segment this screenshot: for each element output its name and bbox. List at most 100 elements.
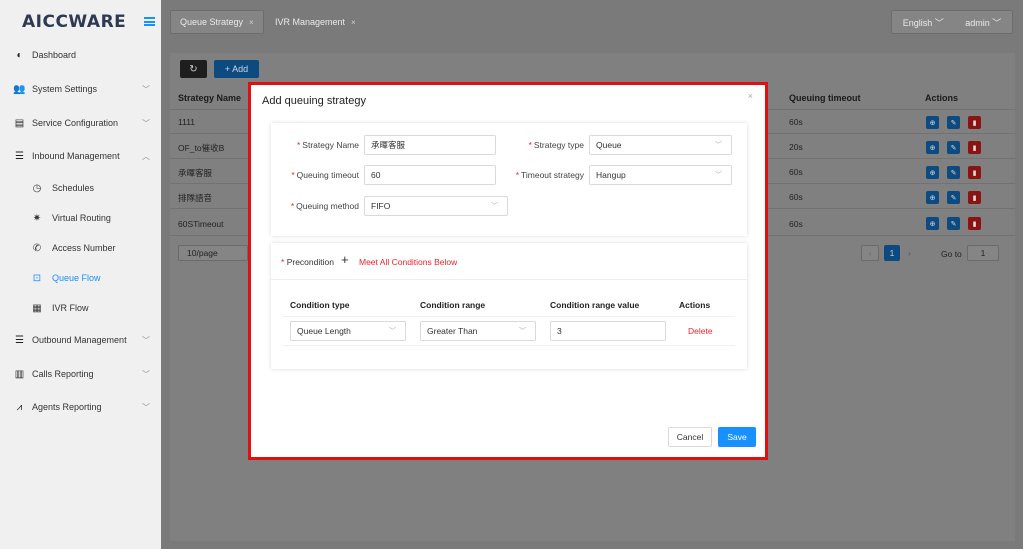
delete-icon[interactable]: ▮ bbox=[968, 217, 981, 230]
delete-icon[interactable]: ▮ bbox=[968, 116, 981, 129]
strategy-name-label: * Strategy Name bbox=[296, 140, 359, 150]
table-cell-name: 排隊語音 bbox=[178, 193, 213, 203]
goto-input[interactable]: 1 bbox=[967, 245, 999, 261]
header-right: English ﹀ admin ﹀ bbox=[891, 10, 1013, 34]
inbox-icon: ⊡ bbox=[32, 272, 42, 284]
sidebar-item-service-configuration[interactable]: ▤ Service Configuration ﹀ bbox=[0, 113, 161, 133]
meet-all-conditions-link[interactable]: Meet All Conditions Below bbox=[359, 257, 457, 267]
sidebar-item-queue-flow[interactable]: ⊡ Queue Flow bbox=[0, 268, 161, 288]
sidebar-item-access-number[interactable]: ✆ Access Number bbox=[0, 238, 161, 258]
table-cell-name: OF_to催收B bbox=[178, 143, 225, 153]
refresh-button[interactable]: ↻ bbox=[180, 60, 207, 78]
divider bbox=[283, 316, 735, 317]
table-cell-name: 1111 bbox=[178, 117, 196, 127]
sidebar: AICCWARE ◐ Dashboard 👥 System Settings ﹀… bbox=[0, 0, 161, 549]
condition-range-value-input[interactable]: 3 bbox=[550, 321, 666, 341]
chevron-down-icon: ﹀ bbox=[389, 328, 396, 335]
delete-icon[interactable]: ▮ bbox=[968, 191, 981, 204]
chevron-down-icon: ﹀ bbox=[142, 335, 150, 345]
users-icon: 👥 bbox=[13, 83, 26, 95]
logo: AICCWARE bbox=[22, 12, 127, 32]
timeout-strategy-select[interactable]: Hangup ﹀ bbox=[589, 165, 732, 185]
dashboard-icon: ◐ bbox=[16, 49, 23, 61]
condition-range-select[interactable]: Greater Than ﹀ bbox=[420, 321, 536, 341]
phone-icon: ✆ bbox=[32, 242, 42, 254]
condition-type-select[interactable]: Queue Length ﹀ bbox=[290, 321, 406, 341]
save-button[interactable]: Save bbox=[718, 427, 756, 447]
bar-chart-icon: ▥ bbox=[14, 368, 25, 380]
sidebar-item-virtual-routing[interactable]: ✷ Virtual Routing bbox=[0, 208, 161, 228]
sidebar-item-system-settings[interactable]: 👥 System Settings ﹀ bbox=[0, 79, 161, 99]
strategy-name-input[interactable]: 承暉客服 bbox=[364, 135, 496, 155]
sidebar-item-dashboard[interactable]: ◐ Dashboard bbox=[0, 45, 161, 65]
queuing-method-label: * Queuing method bbox=[290, 201, 359, 211]
add-button[interactable]: + Add bbox=[214, 60, 259, 78]
sidebar-item-calls-reporting[interactable]: ▥ Calls Reporting ﹀ bbox=[0, 364, 161, 384]
edit-icon[interactable]: ✎ bbox=[947, 191, 960, 204]
queuing-method-select[interactable]: FIFO ﹀ bbox=[364, 196, 508, 216]
page-size-select[interactable]: 10/page bbox=[178, 245, 248, 261]
chevron-down-icon: ﹀ bbox=[142, 402, 150, 412]
grid-icon: ▦ bbox=[32, 302, 42, 314]
sidebar-item-agents-reporting[interactable]: ⩘ Agents Reporting ﹀ bbox=[0, 397, 161, 417]
timeout-strategy-label: * Timeout strategy bbox=[515, 170, 584, 180]
list-icon: ☰ bbox=[15, 334, 24, 346]
view-icon[interactable]: ⊕ bbox=[926, 217, 939, 230]
divider bbox=[271, 279, 747, 280]
divider bbox=[283, 345, 735, 346]
strategy-type-label: * Strategy type bbox=[528, 140, 584, 150]
top-bar: Queue Strategy × IVR Management × English … bbox=[161, 0, 1023, 44]
line-chart-icon: ⩘ bbox=[16, 401, 23, 413]
tab-queue-strategy[interactable]: Queue Strategy × bbox=[170, 10, 264, 34]
edit-icon[interactable]: ✎ bbox=[947, 141, 960, 154]
table-cell-timeout: 60s bbox=[789, 117, 803, 127]
delete-icon[interactable]: ▮ bbox=[968, 141, 981, 154]
sidebar-item-schedules[interactable]: ◷ Schedules bbox=[0, 178, 161, 198]
page-number-current[interactable]: 1 bbox=[884, 245, 900, 261]
sidebar-item-inbound-management[interactable]: ☰ Inbound Management ︿ bbox=[0, 146, 161, 166]
column-header-condition-range: Condition range bbox=[420, 300, 486, 310]
column-header-condition-range-value: Condition range value bbox=[550, 300, 640, 310]
chevron-down-icon: ﹀ bbox=[519, 328, 526, 335]
sidebar-item-ivr-flow[interactable]: ▦ IVR Flow bbox=[0, 298, 161, 318]
column-header-condition-type: Condition type bbox=[290, 300, 350, 310]
chevron-down-icon: ﹀ bbox=[142, 369, 150, 379]
edit-icon[interactable]: ✎ bbox=[947, 116, 960, 129]
cancel-button[interactable]: Cancel bbox=[668, 427, 712, 447]
clock-icon: ◷ bbox=[32, 182, 42, 194]
close-icon[interactable]: × bbox=[351, 18, 356, 27]
delete-condition-button[interactable]: Delete bbox=[688, 326, 713, 336]
goto-label: Go to bbox=[941, 249, 962, 259]
user-menu[interactable]: admin ﹀ bbox=[965, 16, 1001, 29]
sidebar-item-outbound-management[interactable]: ☰ Outbound Management ﹀ bbox=[0, 330, 161, 350]
table-cell-name: 承暉客服 bbox=[178, 168, 213, 178]
delete-icon[interactable]: ▮ bbox=[968, 166, 981, 179]
table-cell-timeout: 60s bbox=[789, 192, 803, 202]
column-header-actions: Actions bbox=[679, 300, 711, 310]
list-icon: ☰ bbox=[15, 150, 24, 162]
table-cell-timeout: 60s bbox=[789, 167, 803, 177]
view-icon[interactable]: ⊕ bbox=[926, 116, 939, 129]
chevron-up-icon: ︿ bbox=[142, 151, 150, 161]
prev-page-button[interactable]: ‹ bbox=[861, 245, 879, 261]
plus-icon[interactable]: + bbox=[341, 252, 349, 267]
tab-ivr-management[interactable]: IVR Management × bbox=[265, 10, 366, 34]
card-icon: ▤ bbox=[14, 117, 25, 129]
precondition-card: * Precondition + Meet All Conditions Bel… bbox=[271, 243, 747, 369]
language-select[interactable]: English ﹀ bbox=[903, 16, 944, 29]
view-icon[interactable]: ⊕ bbox=[926, 166, 939, 179]
table-cell-name: 60STimeout bbox=[178, 219, 224, 229]
edit-icon[interactable]: ✎ bbox=[947, 217, 960, 230]
edit-icon[interactable]: ✎ bbox=[947, 166, 960, 179]
table-cell-timeout: 20s bbox=[789, 142, 803, 152]
menu-toggle-icon[interactable] bbox=[144, 17, 155, 26]
close-icon[interactable]: × bbox=[748, 91, 753, 101]
next-page-button[interactable]: › bbox=[908, 248, 911, 258]
close-icon[interactable]: × bbox=[249, 18, 254, 27]
chevron-down-icon: ﹀ bbox=[491, 203, 498, 210]
strategy-type-select[interactable]: Queue ﹀ bbox=[589, 135, 732, 155]
view-icon[interactable]: ⊕ bbox=[926, 141, 939, 154]
queuing-timeout-input[interactable]: 60 bbox=[364, 165, 496, 185]
view-icon[interactable]: ⊕ bbox=[926, 191, 939, 204]
chevron-down-icon: ﹀ bbox=[715, 142, 722, 149]
